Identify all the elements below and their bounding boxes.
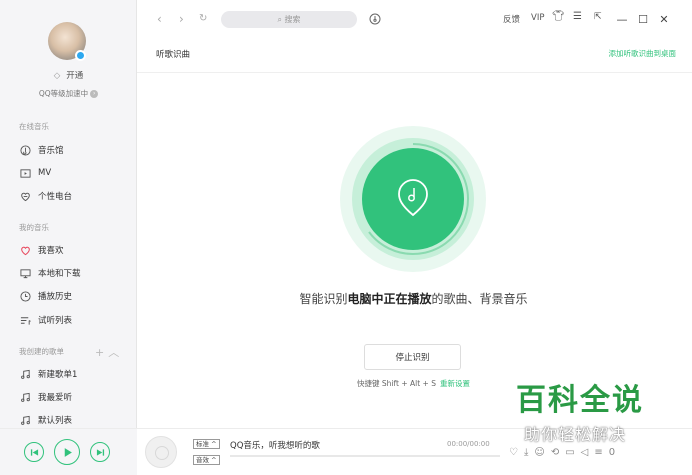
watermark-subtitle: 助你轻松解决 [524, 425, 627, 444]
search-icon: ⌕ [277, 15, 282, 24]
album-cover[interactable] [145, 436, 177, 468]
top-bar: ‹ › ↻ ⌕ 搜索 反馈 VIP 👕︎ ☰ ⇱ — ☐ ✕ [137, 0, 692, 40]
lyrics-icon[interactable]: ▭ [565, 447, 580, 458]
download-icon[interactable]: ⤓ [524, 447, 534, 458]
sidebar-item-label: 我最爱听 [38, 393, 73, 403]
note-icon [19, 391, 31, 403]
quality-selector[interactable]: 标准 ^ [193, 439, 220, 449]
forward-icon[interactable]: › [179, 12, 184, 26]
section-my-music: 我的音乐 [19, 223, 49, 232]
comment-icon[interactable]: ☺ [534, 447, 550, 458]
reset-shortcut-link[interactable]: 重新设置 [440, 379, 470, 388]
level-info-icon: › [90, 90, 99, 98]
play-icon [64, 447, 72, 457]
online-status-badge [75, 50, 86, 61]
search-input[interactable]: ⌕ 搜索 [221, 11, 357, 28]
loop-icon[interactable]: ⟲ [551, 447, 565, 458]
header-divider [137, 72, 692, 73]
sidebar-item-playlist-1[interactable]: 新建歌单1 [19, 366, 129, 382]
chevron-up-icon[interactable]: ︿ [108, 346, 123, 359]
sidebar-item-label: 新建歌单1 [38, 370, 78, 380]
list-icon [19, 314, 31, 326]
radio-icon [19, 190, 31, 202]
sidebar-item-label: 本地和下载 [38, 269, 81, 279]
search-placeholder: 搜索 [284, 15, 301, 24]
progress-bar[interactable] [230, 455, 500, 457]
recognition-animation [340, 126, 486, 272]
note-icon [19, 368, 31, 380]
add-to-desktop-link[interactable]: 添加听歌识曲到桌面 [609, 48, 677, 59]
sidebar-item-label: 试听列表 [38, 316, 73, 326]
maximize-button[interactable]: ☐ [636, 11, 650, 27]
sidebar-item-label: 默认列表 [38, 416, 73, 426]
next-button[interactable] [90, 442, 110, 462]
section-created-playlists: 我创建的歌单 [19, 347, 64, 356]
sidebar-item-playlist-2[interactable]: 我最爱听 [19, 389, 129, 405]
clock-icon [19, 290, 31, 302]
vip-open-label: 开通 [66, 71, 84, 81]
playback-controls [0, 428, 137, 475]
sidebar-item-mv[interactable]: MV [19, 165, 129, 181]
menu-icon[interactable]: ☰ [573, 11, 582, 22]
player-actions: ♡⤓☺⟲▭◁≡0 [509, 447, 621, 458]
sidebar-item-label: MV [38, 168, 52, 178]
vip-row[interactable]: ◇ 开通 [0, 69, 137, 81]
sidebar-item-label: 音乐馆 [38, 146, 64, 156]
sidebar: ◇ 开通 QQ等级加速中 › 在线音乐 音乐馆 MV 个性电台 我的音乐 我喜欢 本… [0, 0, 137, 475]
recognition-caption: 智能识别电脑中正在播放的歌曲、背景音乐 [299, 292, 528, 306]
song-recognition-icon[interactable] [369, 13, 381, 25]
page-title: 听歌识曲 [156, 50, 191, 60]
sidebar-item-trial-list[interactable]: 试听列表 [19, 312, 129, 328]
playlist-icon[interactable]: ≡ [594, 447, 608, 458]
like-icon[interactable]: ♡ [509, 447, 524, 458]
sidebar-item-history[interactable]: 播放历史 [19, 288, 129, 304]
back-icon[interactable]: ‹ [157, 12, 162, 26]
sidebar-item-label: 我喜欢 [38, 246, 64, 256]
note-icon [19, 414, 31, 426]
sidebar-item-playlist-3[interactable]: 默认列表 [19, 412, 129, 428]
close-button[interactable]: ✕ [657, 11, 671, 27]
now-playing-text: QQ音乐，听我想听的歌 [230, 441, 320, 451]
shortcut-text: 快捷键 Shift + Alt + S [357, 379, 436, 388]
playback-time: 00:00/00:00 [447, 440, 490, 448]
plus-icon[interactable]: + [95, 346, 108, 359]
play-button[interactable] [54, 439, 80, 465]
mv-icon [19, 167, 31, 179]
vip-link[interactable]: VIP [531, 13, 544, 23]
music-hall-icon [19, 144, 31, 156]
heart-icon [19, 244, 31, 256]
minimize-button[interactable]: — [615, 11, 629, 27]
diamond-icon: ◇ [53, 71, 61, 81]
sidebar-item-label: 个性电台 [38, 192, 73, 202]
sidebar-item-label: 播放历史 [38, 292, 73, 302]
volume-icon[interactable]: ◁ [581, 447, 595, 458]
section-online-music: 在线音乐 [19, 122, 49, 131]
feedback-link[interactable]: 反馈 [503, 13, 520, 25]
sound-effect-selector[interactable]: 音效 ^ [193, 455, 220, 465]
previous-icon [30, 448, 38, 456]
sidebar-item-favorites[interactable]: 我喜欢 [19, 242, 129, 258]
playlist-count: 0 [608, 447, 622, 458]
sidebar-item-local-download[interactable]: 本地和下载 [19, 265, 129, 281]
stop-recognition-button[interactable]: 停止识别 [364, 344, 461, 370]
skin-icon[interactable]: 👕︎ [552, 11, 565, 22]
next-icon [96, 448, 104, 456]
sidebar-item-music-hall[interactable]: 音乐馆 [19, 142, 129, 158]
qq-level-label: QQ等级加速中 [38, 89, 89, 98]
playlist-actions: +︿ [95, 344, 123, 360]
sidebar-item-radio[interactable]: 个性电台 [19, 188, 129, 204]
previous-button[interactable] [24, 442, 44, 462]
watermark-title: 百科全说 [516, 383, 644, 418]
refresh-icon[interactable]: ↻ [199, 13, 207, 24]
mini-mode-icon[interactable]: ⇱ [594, 12, 602, 22]
monitor-icon [19, 267, 31, 279]
qq-level-row[interactable]: QQ等级加速中 › [0, 88, 137, 99]
